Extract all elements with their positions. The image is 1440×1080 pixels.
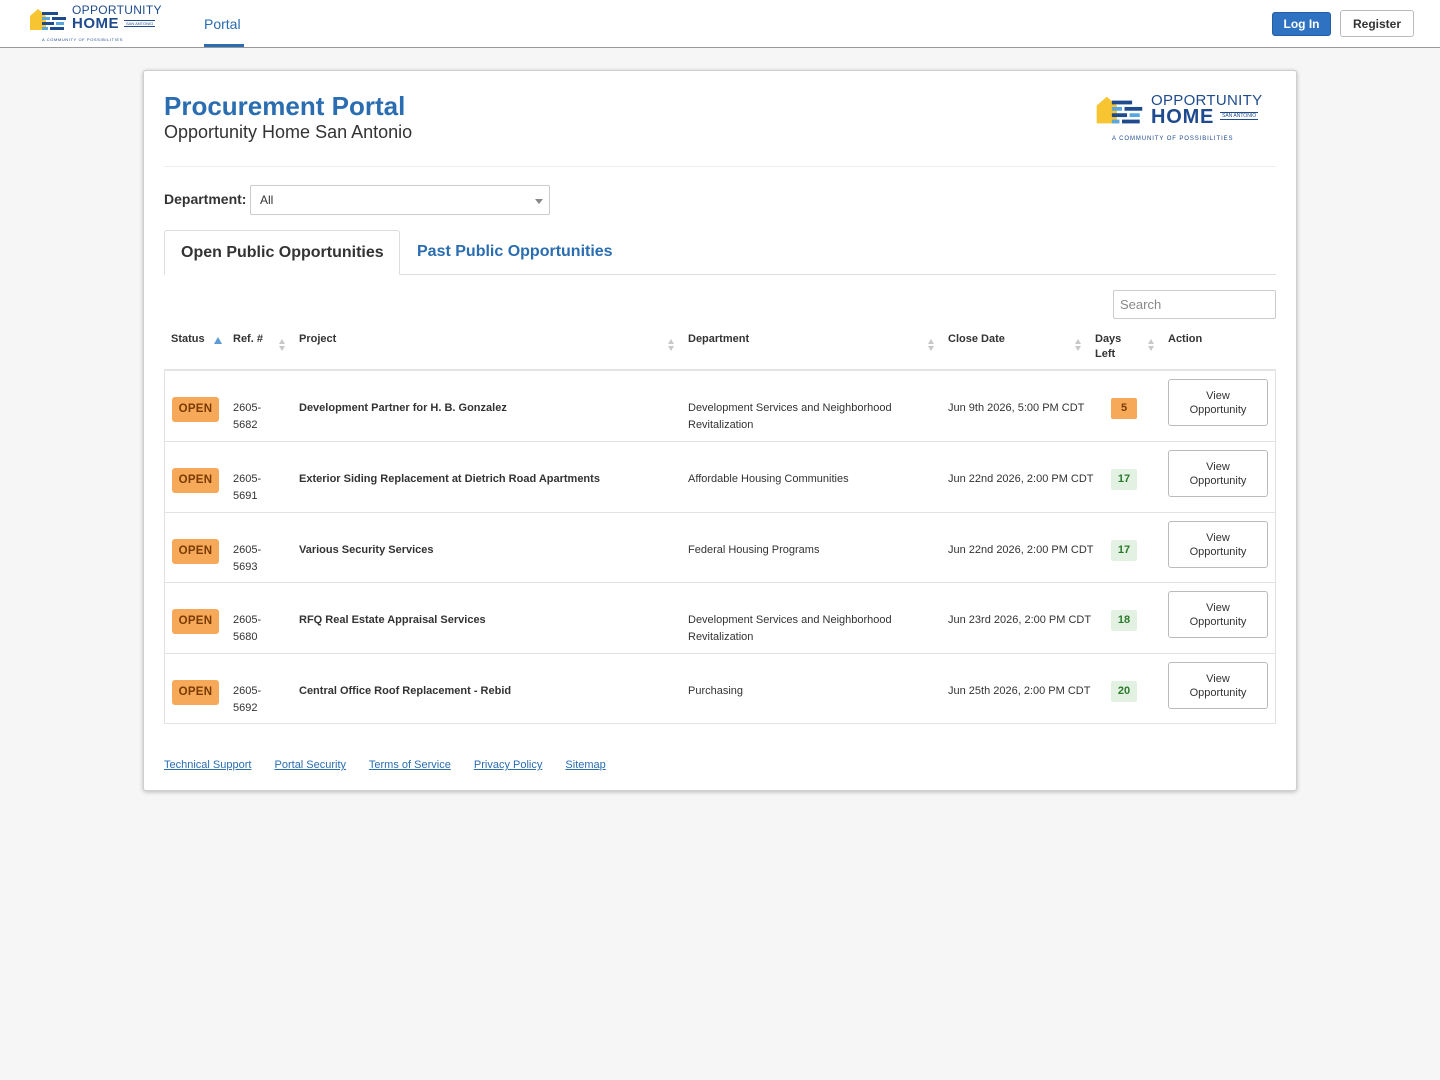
top-navbar: OPPORTUNITY HOME SAN ANTONIO A COMMUNITY…: [0, 0, 1440, 48]
page-subtitle: Opportunity Home San Antonio: [164, 122, 413, 142]
header-project[interactable]: Project: [299, 332, 336, 347]
brand-city: SAN ANTONIO: [1220, 112, 1259, 120]
procurement-card: Procurement Portal Opportunity Home San …: [143, 70, 1297, 791]
header-action: Action: [1168, 333, 1203, 345]
brand-logo[interactable]: OPPORTUNITY HOME SAN ANTONIO A COMMUNITY…: [28, 4, 168, 44]
header-department[interactable]: Department: [688, 332, 749, 347]
login-button[interactable]: Log In: [1272, 12, 1331, 36]
status-badge: OPEN: [172, 468, 219, 493]
header-ref[interactable]: Ref. #: [233, 332, 263, 347]
department-select[interactable]: All: [250, 185, 550, 215]
header-close-date[interactable]: Close Date: [948, 332, 1005, 347]
ref-number: 2605-5682: [233, 402, 262, 431]
close-date: Jun 25th 2026, 2:00 PM CDT: [948, 685, 1091, 697]
department-name: Federal Housing Programs: [688, 544, 820, 556]
sort-ascending-icon[interactable]: [214, 337, 222, 344]
card-brand-logo: OPPORTUNITY HOME SAN ANTONIO A COMMUNITY…: [1092, 93, 1277, 148]
table-row: OPEN 2605-5692 Central Office Roof Repla…: [165, 653, 1275, 724]
nav-active-indicator: [204, 44, 244, 47]
chevron-down-icon: [535, 199, 543, 204]
close-date: Jun 22nd 2026, 2:00 PM CDT: [948, 544, 1094, 556]
brand-tagline: A COMMUNITY OF POSSIBILITIES: [42, 37, 123, 42]
footer-link-sitemap[interactable]: Sitemap: [565, 759, 605, 771]
status-badge: OPEN: [172, 680, 219, 705]
tab-open-label: Open Public Opportunities: [181, 244, 384, 261]
view-opportunity-button[interactable]: View Opportunity: [1168, 662, 1268, 709]
view-opportunity-button[interactable]: View Opportunity: [1168, 521, 1268, 568]
house-logo-icon: [1096, 96, 1143, 124]
view-opportunity-button[interactable]: View Opportunity: [1168, 591, 1268, 638]
footer-link-portal-security[interactable]: Portal Security: [275, 759, 347, 771]
footer-links: Technical Support Portal Security Terms …: [164, 759, 626, 771]
view-opportunity-button[interactable]: View Opportunity: [1168, 379, 1268, 426]
table-row: OPEN 2605-5680 RFQ Real Estate Appraisal…: [165, 582, 1275, 653]
header-days-left[interactable]: Days Left: [1095, 332, 1131, 362]
brand-tagline: A COMMUNITY OF POSSIBILITIES: [1112, 136, 1234, 142]
page-title: Procurement Portal: [164, 91, 406, 121]
register-button[interactable]: Register: [1340, 10, 1414, 37]
search-input[interactable]: [1113, 290, 1276, 319]
footer-link-technical-support[interactable]: Technical Support: [164, 759, 251, 771]
days-left-badge: 5: [1111, 398, 1137, 419]
days-left-badge: 17: [1111, 540, 1137, 561]
days-left-badge: 17: [1111, 469, 1137, 490]
brand-home: HOME: [72, 15, 119, 32]
footer-link-terms-of-service[interactable]: Terms of Service: [369, 759, 451, 771]
close-date: Jun 23rd 2026, 2:00 PM CDT: [948, 614, 1092, 626]
project-name: Central Office Roof Replacement - Rebid: [299, 685, 512, 697]
brand-city: SAN ANTONIO: [124, 20, 156, 27]
header-status[interactable]: Status: [171, 332, 205, 347]
table-row: OPEN 2605-5682 Development Partner for H…: [165, 371, 1275, 442]
sort-icon[interactable]: [928, 339, 936, 353]
title-divider: [164, 166, 1276, 167]
sort-icon[interactable]: [1148, 339, 1156, 353]
department-name: Affordable Housing Communities: [688, 473, 849, 485]
opportunities-table-body: OPEN 2605-5682 Development Partner for H…: [164, 371, 1276, 724]
status-badge: OPEN: [172, 609, 219, 634]
department-name: Development Services and Neighborhood Re…: [688, 614, 892, 643]
close-date: Jun 22nd 2026, 2:00 PM CDT: [948, 473, 1094, 485]
sort-icon[interactable]: [1075, 339, 1083, 353]
table-row: OPEN 2605-5691 Exterior Siding Replaceme…: [165, 441, 1275, 512]
sort-icon[interactable]: [279, 339, 287, 353]
sort-icon[interactable]: [668, 339, 676, 353]
ref-number: 2605-5693: [233, 544, 262, 573]
footer-link-privacy-policy[interactable]: Privacy Policy: [474, 759, 542, 771]
days-left-badge: 20: [1111, 681, 1137, 702]
status-badge: OPEN: [172, 539, 219, 564]
close-date: Jun 9th 2026, 5:00 PM CDT: [948, 402, 1085, 414]
ref-number: 2605-5692: [233, 685, 262, 714]
view-opportunity-button[interactable]: View Opportunity: [1168, 450, 1268, 497]
ref-number: 2605-5680: [233, 614, 262, 643]
project-name: Development Partner for H. B. Gonzalez: [299, 402, 507, 414]
tab-open-opportunities[interactable]: Open Public Opportunities: [164, 230, 400, 275]
tab-past-opportunities[interactable]: Past Public Opportunities: [417, 243, 613, 261]
house-logo-icon: [30, 9, 66, 30]
ref-number: 2605-5691: [233, 473, 262, 502]
project-name: RFQ Real Estate Appraisal Services: [299, 614, 486, 626]
department-name: Purchasing: [688, 685, 744, 697]
project-name: Various Security Services: [299, 544, 434, 556]
project-name: Exterior Siding Replacement at Dietrich …: [299, 473, 600, 485]
department-select-value: All: [260, 193, 274, 207]
status-badge: OPEN: [172, 397, 219, 422]
nav-portal-link[interactable]: Portal: [204, 16, 241, 32]
days-left-badge: 18: [1111, 610, 1137, 631]
department-name: Development Services and Neighborhood Re…: [688, 402, 892, 431]
table-row: OPEN 2605-5693 Various Security Services…: [165, 512, 1275, 583]
department-label: Department:: [164, 191, 247, 207]
brand-home: HOME: [1151, 106, 1215, 128]
